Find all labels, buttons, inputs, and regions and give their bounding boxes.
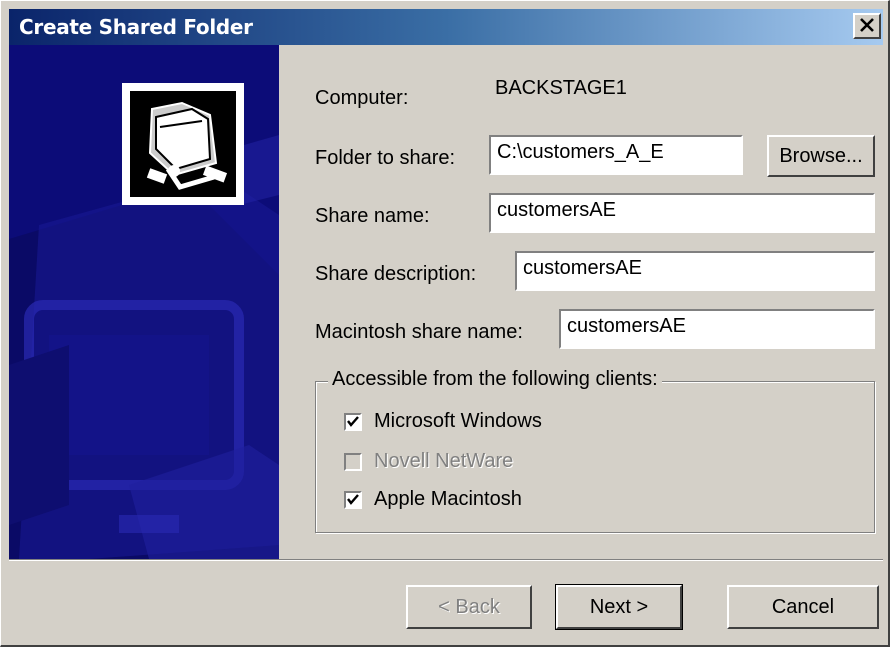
wizard-content: Computer: BACKSTAGE1 Folder to share: C:…	[279, 45, 883, 559]
checkbox-box[interactable]	[344, 452, 362, 471]
share-name-label: Share name:	[315, 205, 430, 227]
checkbox-novell-netware[interactable]: Novell NetWare	[344, 450, 513, 473]
title-bar[interactable]: Create Shared Folder	[9, 9, 883, 45]
checkbox-apple-macintosh[interactable]: Apple Macintosh	[344, 488, 522, 511]
macintosh-share-name-label: Macintosh share name:	[315, 321, 523, 343]
folder-to-share-label: Folder to share:	[315, 147, 456, 169]
clients-groupbox: Accessible from the following clients: M…	[315, 368, 875, 533]
wizard-banner	[9, 45, 279, 559]
shared-folder-icon	[122, 83, 244, 205]
create-shared-folder-dialog: Create Shared Folder Computer: BACKSTAGE…	[0, 0, 890, 647]
close-button[interactable]	[853, 13, 881, 39]
computer-value: BACKSTAGE1	[489, 73, 873, 113]
checkbox-label: Microsoft Windows	[374, 410, 542, 432]
browse-button[interactable]: Browse...	[767, 135, 875, 177]
share-description-label: Share description:	[315, 263, 477, 285]
checkmark-icon	[347, 493, 359, 505]
back-button[interactable]: < Back	[406, 585, 532, 629]
macintosh-share-name-input[interactable]: customersAE	[559, 309, 875, 349]
checkmark-icon	[347, 415, 359, 427]
computer-label: Computer:	[315, 87, 409, 109]
checkbox-box[interactable]	[344, 490, 362, 509]
cancel-button[interactable]: Cancel	[727, 585, 879, 629]
checkbox-microsoft-windows[interactable]: Microsoft Windows	[344, 410, 542, 433]
checkbox-label: Novell NetWare	[374, 450, 514, 472]
share-description-input[interactable]: customersAE	[515, 251, 875, 291]
window-title: Create Shared Folder	[19, 15, 253, 39]
share-name-input[interactable]: customersAE	[489, 193, 875, 233]
folder-to-share-input[interactable]: C:\customers_A_E	[489, 135, 743, 175]
button-area-separator	[9, 559, 883, 561]
checkbox-box[interactable]	[344, 412, 362, 431]
clients-groupbox-legend: Accessible from the following clients:	[328, 368, 662, 391]
checkbox-label: Apple Macintosh	[374, 488, 522, 510]
next-button[interactable]: Next >	[555, 584, 683, 630]
close-icon	[859, 16, 875, 36]
